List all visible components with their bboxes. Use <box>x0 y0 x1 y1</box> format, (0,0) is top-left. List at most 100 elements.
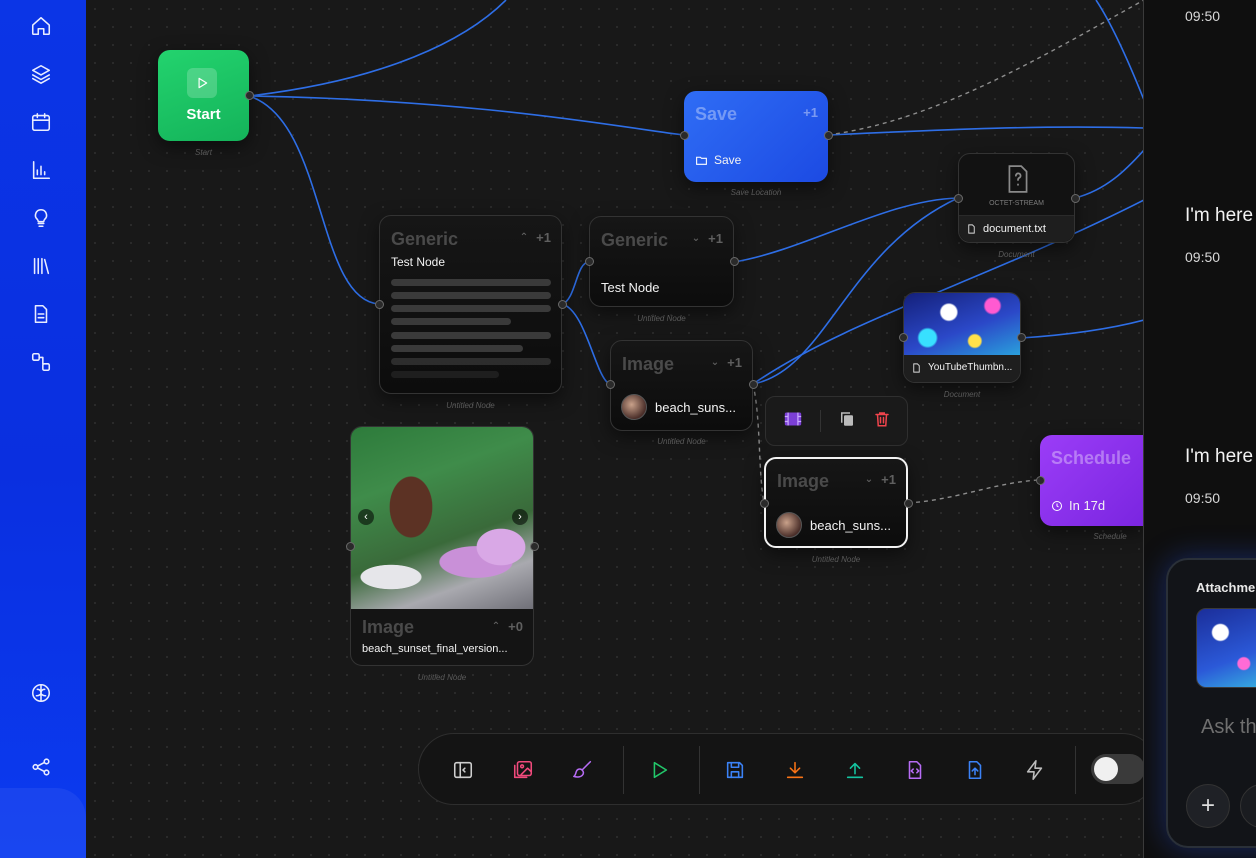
chevron-right-icon[interactable]: › <box>512 509 528 525</box>
count-badge: +1 <box>881 472 896 487</box>
flow-canvas[interactable]: Start Start Save +1 Save Save Location O… <box>86 0 1144 858</box>
mode-toggle[interactable] <box>1091 754 1144 784</box>
generic-node-meta: ⌄ +1 <box>692 231 723 246</box>
schedule-node-type: Schedule <box>1051 448 1132 468</box>
chat-composer[interactable]: Attachme Ask th + <box>1166 558 1256 848</box>
image-card-input-port[interactable] <box>346 542 355 551</box>
brain-icon[interactable] <box>28 680 54 706</box>
share-icon[interactable] <box>28 754 54 780</box>
image-gallery-icon[interactable] <box>509 756 537 784</box>
bar-chart-icon[interactable] <box>28 157 54 183</box>
upload-icon[interactable] <box>841 756 869 784</box>
layers-icon[interactable] <box>28 61 54 87</box>
panel-toggle-icon[interactable] <box>449 756 477 784</box>
image-preview-node[interactable]: ‹ › Image ⌃ +0 beach_sunset_final_versio… <box>350 426 534 666</box>
image-node-label: beach_suns... <box>655 400 736 415</box>
youtube-document-node[interactable]: YouTubeThumbn... <box>903 292 1021 383</box>
edge <box>1020 319 1144 339</box>
edge <box>1095 0 1144 101</box>
image-card-caption: Untitled Node <box>417 673 467 682</box>
film-icon[interactable] <box>783 410 803 433</box>
octet-document-node[interactable]: OCTET-STREAM document.txt <box>958 153 1075 243</box>
start-node-caption: Start <box>195 148 212 157</box>
chevron-down-icon[interactable]: ⌄ <box>711 357 719 368</box>
play-icon[interactable] <box>645 756 673 784</box>
image1-input-port[interactable] <box>606 380 615 389</box>
placeholder-line <box>391 371 499 378</box>
attachments-label: Attachme <box>1196 580 1256 595</box>
library-icon[interactable] <box>28 253 54 279</box>
generic1-output-port[interactable] <box>558 300 567 309</box>
image-node-type: Image <box>777 471 830 491</box>
schedule-node[interactable]: Schedule In 17d <box>1040 435 1144 526</box>
schedule-node-body: In 17d <box>1051 498 1105 513</box>
chevron-up-icon[interactable]: ⌃ <box>492 621 500 632</box>
paintbrush-icon[interactable] <box>569 756 597 784</box>
file-upload-icon[interactable] <box>961 756 989 784</box>
code-file-icon[interactable] <box>901 756 929 784</box>
lightbulb-icon[interactable] <box>28 205 54 231</box>
divider <box>699 746 700 794</box>
message-time: 09:50 <box>1185 249 1221 265</box>
placeholder-line <box>391 358 551 365</box>
placeholder-line <box>391 292 551 299</box>
generic1-input-port[interactable] <box>375 300 384 309</box>
youtube-output-port[interactable] <box>1017 333 1026 342</box>
document-footer: document.txt <box>959 215 1074 242</box>
chevron-down-icon[interactable]: ⌄ <box>865 474 873 485</box>
schedule-input-port[interactable] <box>1036 476 1045 485</box>
image2-node-caption: Untitled Node <box>811 555 861 564</box>
add-attachment-button[interactable]: + <box>1186 784 1230 828</box>
save-node-label: Save <box>714 153 742 167</box>
chat-input-placeholder[interactable]: Ask th <box>1201 716 1256 739</box>
calendar-icon[interactable] <box>28 109 54 135</box>
image-node-selected[interactable]: Image ⌄ +1 beach_suns... <box>764 457 908 548</box>
image-node[interactable]: Image ⌄ +1 beach_suns... <box>610 340 753 431</box>
toggle-knob <box>1094 757 1118 781</box>
image-card-output-port[interactable] <box>530 542 539 551</box>
attachment-thumbnail[interactable] <box>1196 608 1256 688</box>
chevron-up-icon[interactable]: ⌃ <box>520 232 528 243</box>
edge-dashed <box>907 479 1041 504</box>
save-output-port[interactable] <box>824 131 833 140</box>
save-input-port[interactable] <box>680 131 689 140</box>
image2-output-port[interactable] <box>904 499 913 508</box>
start-output-port[interactable] <box>245 91 254 100</box>
youtube-input-port[interactable] <box>899 333 908 342</box>
schedule-node-label: In 17d <box>1069 498 1106 513</box>
octet-output-port[interactable] <box>1071 194 1080 203</box>
edge-dashed <box>752 383 765 504</box>
save-node[interactable]: Save +1 Save <box>684 91 828 182</box>
edge <box>248 95 685 136</box>
edge <box>1074 149 1144 199</box>
chevron-left-icon[interactable]: ‹ <box>358 509 374 525</box>
start-node[interactable]: Start <box>158 50 249 141</box>
placeholder-line <box>391 332 551 339</box>
home-icon[interactable] <box>28 13 54 39</box>
save-icon[interactable] <box>721 756 749 784</box>
generic-node-label: Test Node <box>391 255 446 269</box>
placeholder-line <box>391 279 551 286</box>
copy-icon[interactable] <box>838 410 856 433</box>
edge <box>733 197 959 263</box>
generic2-output-port[interactable] <box>730 257 739 266</box>
generic1-node-caption: Untitled Node <box>446 401 495 410</box>
workflow-icon[interactable] <box>28 349 54 375</box>
message-time: 09:50 <box>1185 8 1221 24</box>
image1-node-caption: Untitled Node <box>657 437 706 446</box>
image1-output-port[interactable] <box>749 380 758 389</box>
octet-input-port[interactable] <box>954 194 963 203</box>
chevron-down-icon[interactable]: ⌄ <box>692 233 700 244</box>
generic-node[interactable]: Generic ⌄ +1 Test Node <box>589 216 734 307</box>
folder-icon <box>696 156 707 165</box>
document-icon[interactable] <box>28 301 54 327</box>
lightning-icon[interactable] <box>1021 756 1049 784</box>
edge <box>827 126 1144 136</box>
generic-node-expanded[interactable]: Generic ⌃ +1 Test Node <box>379 215 562 394</box>
image2-input-port[interactable] <box>760 499 769 508</box>
generic2-input-port[interactable] <box>585 257 594 266</box>
download-icon[interactable] <box>781 756 809 784</box>
trash-icon[interactable] <box>873 410 891 433</box>
divider <box>623 746 624 794</box>
composer-secondary-button[interactable] <box>1240 784 1256 828</box>
